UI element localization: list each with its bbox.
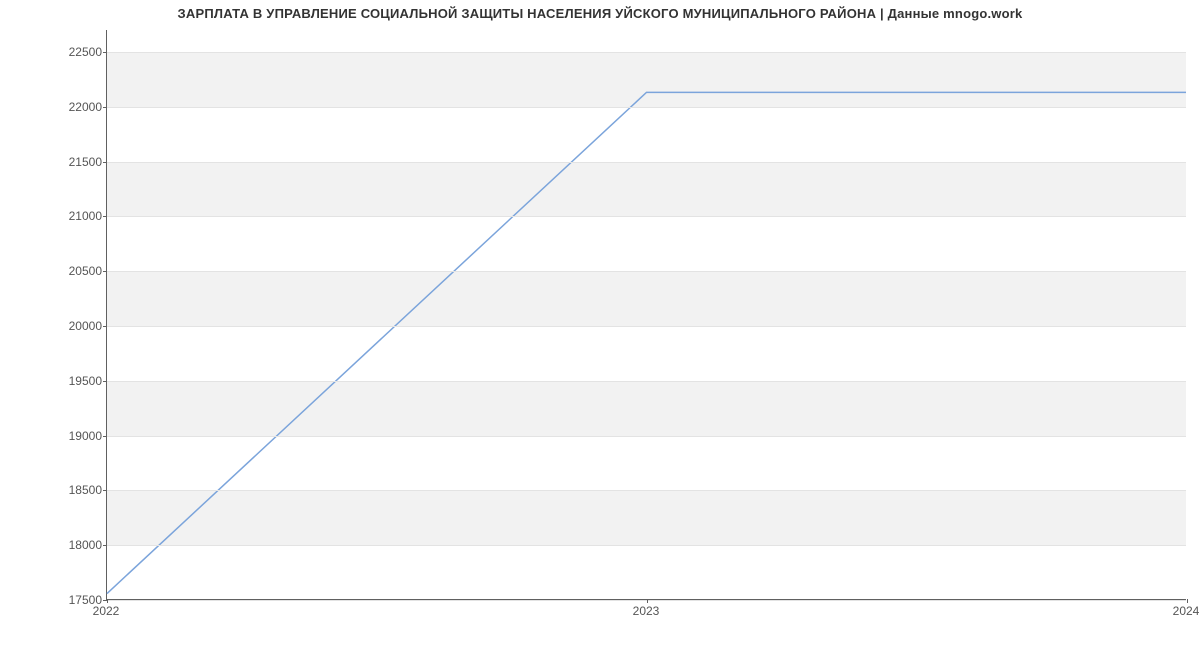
ytick-mark: [103, 162, 107, 163]
xtick-mark: [1187, 599, 1188, 603]
xtick-mark: [647, 599, 648, 603]
ytick-label: 22500: [42, 45, 102, 59]
gridline-h: [107, 436, 1186, 437]
gridline-h: [107, 545, 1186, 546]
ytick-label: 19000: [42, 429, 102, 443]
xtick-label: 2023: [633, 604, 660, 618]
ytick-mark: [103, 436, 107, 437]
xtick-label: 2024: [1173, 604, 1200, 618]
ytick-label: 19500: [42, 374, 102, 388]
xtick-label: 2022: [93, 604, 120, 618]
gridline-h: [107, 162, 1186, 163]
ytick-label: 21000: [42, 209, 102, 223]
ytick-label: 21500: [42, 155, 102, 169]
ytick-mark: [103, 545, 107, 546]
gridline-h: [107, 381, 1186, 382]
gridline-h: [107, 216, 1186, 217]
series-line: [107, 92, 1186, 593]
gridline-h: [107, 271, 1186, 272]
ytick-label: 18500: [42, 483, 102, 497]
ytick-label: 20000: [42, 319, 102, 333]
ytick-mark: [103, 107, 107, 108]
line-series-svg: [107, 30, 1186, 599]
gridline-h: [107, 52, 1186, 53]
ytick-mark: [103, 490, 107, 491]
gridline-h: [107, 107, 1186, 108]
plot-area: [106, 30, 1186, 600]
chart-title: ЗАРПЛАТА В УПРАВЛЕНИЕ СОЦИАЛЬНОЙ ЗАЩИТЫ …: [0, 6, 1200, 21]
chart-container: ЗАРПЛАТА В УПРАВЛЕНИЕ СОЦИАЛЬНОЙ ЗАЩИТЫ …: [0, 0, 1200, 650]
gridline-h: [107, 490, 1186, 491]
xtick-mark: [107, 599, 108, 603]
ytick-label: 18000: [42, 538, 102, 552]
ytick-label: 20500: [42, 264, 102, 278]
ytick-mark: [103, 52, 107, 53]
gridline-h: [107, 326, 1186, 327]
ytick-mark: [103, 271, 107, 272]
ytick-label: 22000: [42, 100, 102, 114]
ytick-mark: [103, 216, 107, 217]
ytick-mark: [103, 326, 107, 327]
ytick-mark: [103, 381, 107, 382]
